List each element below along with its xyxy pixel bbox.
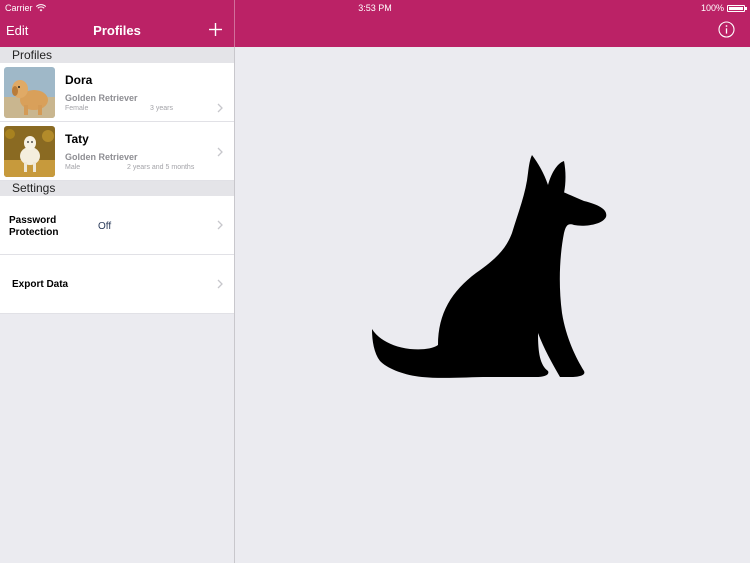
export-data-label: Export Data [12, 279, 69, 290]
password-protection-label: Password Protection [9, 215, 59, 238]
profile-sex: Female [65, 105, 89, 112]
chevron-right-icon [217, 103, 223, 113]
battery-label: 100% [700, 3, 724, 13]
profile-age: 3 years [150, 105, 173, 112]
plus-icon[interactable] [207, 21, 224, 38]
topbar-divider [234, 0, 235, 47]
info-icon[interactable] [718, 21, 735, 38]
master-panel: Profiles Dora Golden Retriever Female 3 … [0, 47, 234, 563]
chevron-right-icon [217, 279, 223, 289]
profile-row-taty[interactable]: Taty Golden Retriever Male 2 years and 5… [0, 122, 234, 181]
password-protection-value: Off [98, 221, 112, 232]
profile-breed: Golden Retriever [65, 152, 138, 162]
profile-age: 2 years and 5 months [127, 164, 195, 171]
chevron-right-icon [217, 147, 223, 157]
profile-sex: Male [65, 164, 81, 171]
battery-icon [727, 4, 747, 12]
password-protection-row[interactable]: Password Protection Off [0, 196, 234, 255]
status-time: 3:53 PM [358, 3, 392, 13]
top-bar: Carrier 3:53 PM 100% Edit Profiles [0, 0, 750, 47]
page-title: Profiles [93, 23, 141, 38]
profile-name: Dora [65, 73, 93, 87]
export-data-row[interactable]: Export Data [0, 255, 234, 314]
dog-silhouette-icon [372, 155, 607, 378]
profile-breed: Golden Retriever [65, 93, 138, 103]
dog-photo [4, 67, 55, 118]
chevron-right-icon [217, 220, 223, 230]
profile-name: Taty [65, 132, 89, 146]
status-battery: 100% [700, 3, 747, 13]
settings-section-header: Settings [0, 181, 234, 196]
profile-row-dora[interactable]: Dora Golden Retriever Female 3 years [0, 63, 234, 122]
profiles-section-header: Profiles [0, 47, 234, 63]
dog-photo [4, 126, 55, 177]
